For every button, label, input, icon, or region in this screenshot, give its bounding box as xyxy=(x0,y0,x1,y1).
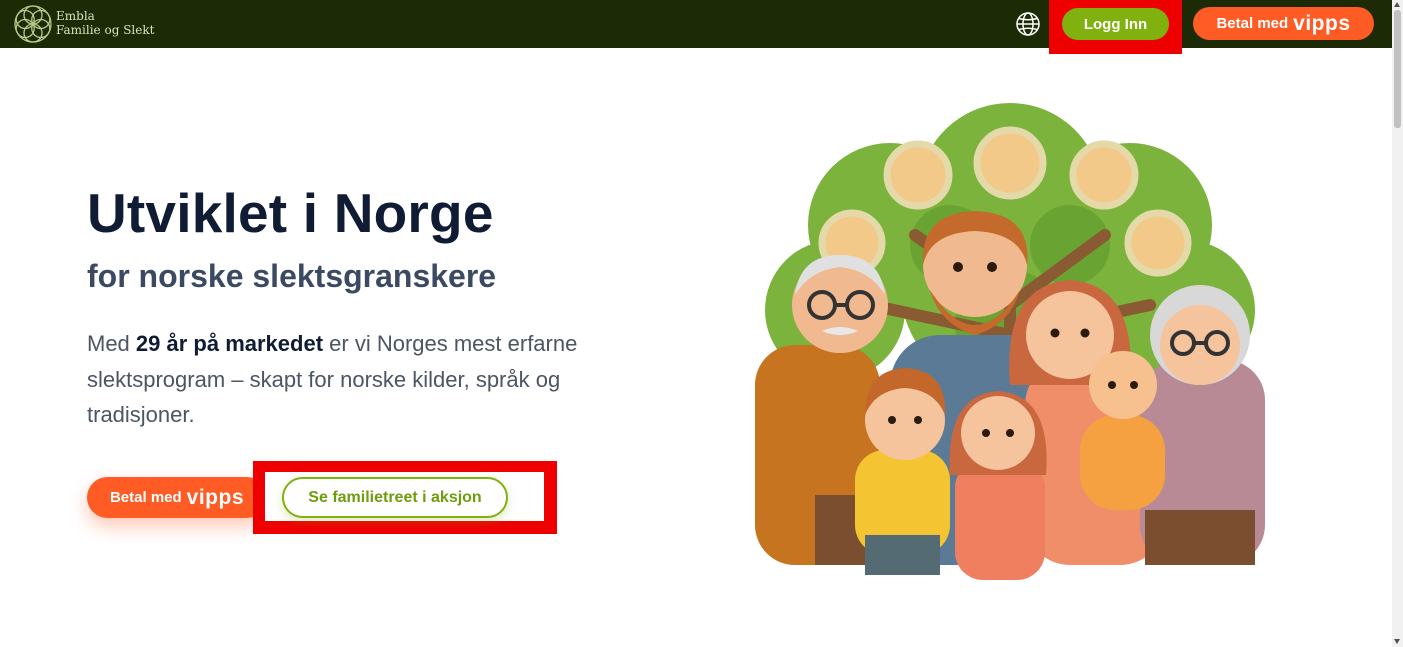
see-family-tree-demo-button[interactable]: Se familietreet i aksjon xyxy=(282,477,508,518)
family-tree-illustration xyxy=(755,103,1265,580)
hero-description: Med 29 år på markedet er vi Norges mest … xyxy=(87,326,607,433)
top-navigation-bar: Embla Familie og Slekt Logg Inn Betal me… xyxy=(0,0,1392,54)
globe-icon[interactable] xyxy=(1015,11,1041,37)
description-highlight: 29 år på markedet xyxy=(135,331,324,356)
login-button[interactable]: Logg Inn xyxy=(1062,8,1169,40)
scrollbar-thumb[interactable] xyxy=(1394,10,1401,128)
login-button-label: Logg Inn xyxy=(1083,15,1148,33)
page-scrollbar[interactable] xyxy=(1392,0,1403,647)
brand-line-1: Embla xyxy=(56,9,95,23)
brand-line-2: Familie og Slekt xyxy=(56,23,155,37)
hero-pay-with-vipps-button[interactable]: Betal med vipps xyxy=(87,477,267,518)
vipps-prefix-label: Betal med xyxy=(1216,15,1289,32)
tree-of-life-logo-icon[interactable] xyxy=(13,4,53,44)
scroll-up-arrow-icon[interactable] xyxy=(1394,2,1400,7)
demo-button-label: Se familietreet i aksjon xyxy=(308,488,482,506)
pay-with-vipps-button[interactable]: Betal med vipps xyxy=(1193,7,1374,40)
vipps-logo-text: vipps xyxy=(186,485,245,509)
page-subtitle: for norske slektsgranskere xyxy=(87,258,497,294)
scroll-down-arrow-icon[interactable] xyxy=(1394,639,1400,644)
description-prefix: Med xyxy=(87,331,136,356)
vipps-logo-text: vipps xyxy=(1293,11,1351,35)
vipps-prefix-label: Betal med xyxy=(109,489,182,506)
page-title: Utviklet i Norge xyxy=(87,182,494,244)
brand-name[interactable]: Embla Familie og Slekt xyxy=(56,9,154,37)
